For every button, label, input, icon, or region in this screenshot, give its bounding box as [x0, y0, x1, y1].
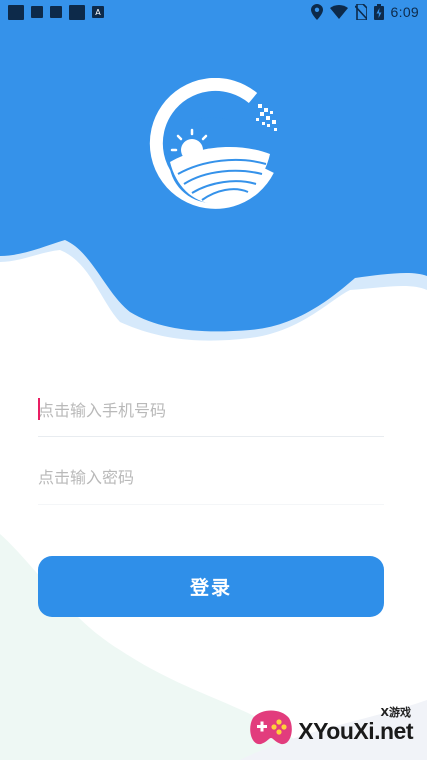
system-icons: 6:09 [310, 3, 419, 21]
password-input[interactable] [38, 450, 384, 504]
phone-field[interactable] [38, 384, 384, 437]
password-field[interactable] [38, 450, 384, 505]
app-icon [69, 4, 85, 20]
status-bar: A 6:09 [0, 0, 427, 24]
no-sim-icon [354, 4, 367, 20]
image-icon [31, 6, 43, 18]
app-logo [149, 78, 277, 209]
clock: 6:09 [390, 4, 419, 20]
notification-icons: A [8, 4, 104, 20]
location-icon [310, 4, 323, 20]
square-icon [50, 6, 62, 18]
gamepad-logo-icon [250, 710, 292, 745]
text-cursor [38, 398, 40, 420]
battery-icon [373, 4, 384, 20]
font-icon: A [92, 6, 104, 18]
login-button[interactable]: 登录 [38, 556, 384, 617]
watermark: X游戏 XYouXi.net [247, 700, 417, 756]
watermark-site-text: XYouXi.net [298, 718, 413, 744]
wifi-icon [329, 5, 348, 19]
phone-input[interactable] [38, 384, 384, 436]
app-icon [8, 4, 24, 20]
